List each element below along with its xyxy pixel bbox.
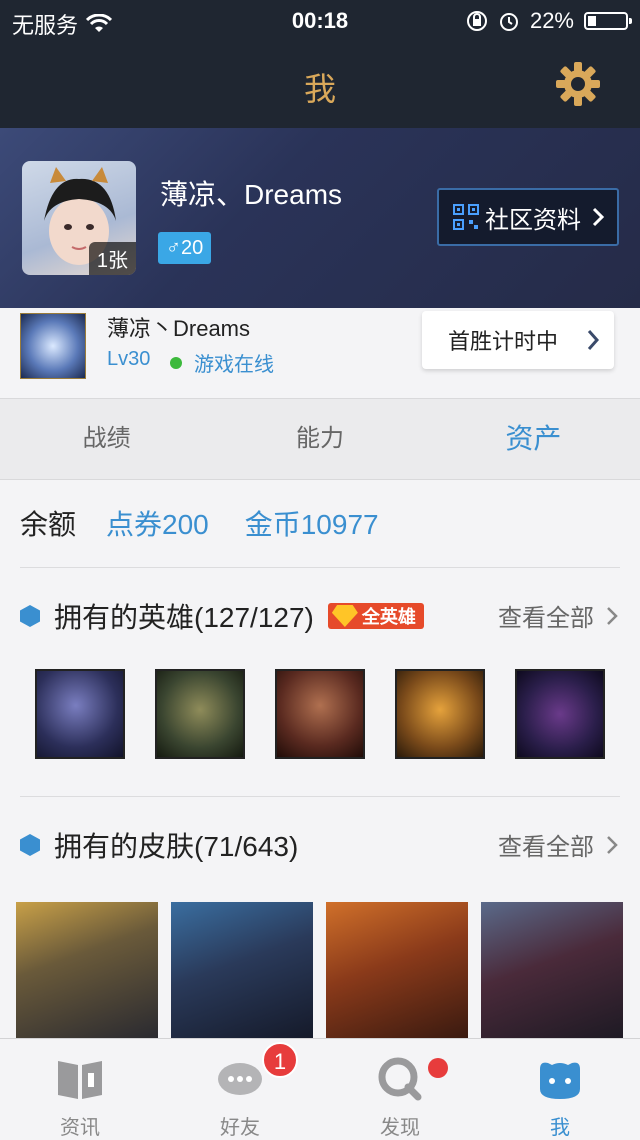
balance-row: 余额 点券200 金币10977 — [0, 479, 640, 567]
qr-code-icon — [453, 204, 479, 230]
first-win-button[interactable]: 首胜计时中 — [422, 311, 614, 369]
skin-card[interactable] — [171, 902, 313, 1038]
skins-section-header: 拥有的皮肤(71/643) — [20, 825, 298, 865]
profile-header: 1张 薄凉、Dreams ♂20 社区资料 — [0, 128, 640, 308]
photo-count: 1张 — [88, 242, 136, 275]
discover-notification-dot — [428, 1058, 448, 1078]
online-status-label: 游戏在线 — [194, 354, 274, 376]
tab-news[interactable]: 资讯 — [0, 1039, 160, 1139]
summoner-level: Lv30 — [107, 348, 151, 370]
all-heroes-badge-label: 全英雄 — [361, 607, 416, 627]
heroes-section-title: 拥有的英雄(127/127) — [54, 602, 314, 633]
game-summary: 薄凉丶Dreams Lv30 游戏在线 首胜计时中 — [0, 308, 640, 398]
rotation-lock-icon — [466, 11, 487, 31]
battery-icon — [584, 12, 632, 30]
chevron-right-icon — [607, 835, 618, 854]
first-win-label: 首胜计时中 — [448, 329, 559, 354]
skins-view-all-label: 查看全部 — [498, 834, 594, 861]
book-icon — [58, 1061, 102, 1099]
heroes-view-all-label: 查看全部 — [498, 605, 594, 632]
hero-portrait[interactable] — [275, 669, 365, 759]
chevron-right-icon — [587, 330, 600, 350]
gender-age-badge: ♂20 — [158, 232, 212, 264]
online-dot-icon — [170, 356, 182, 369]
skins-view-all-button[interactable]: 查看全部 — [498, 827, 618, 862]
tab-discover[interactable]: 发现 — [320, 1039, 480, 1139]
balance-label: 余额 — [20, 509, 77, 540]
divider — [20, 796, 620, 797]
tab-assets[interactable]: 资产 — [427, 399, 640, 479]
tab-ability[interactable]: 能力 — [213, 399, 426, 479]
heroes-view-all-button[interactable]: 查看全部 — [498, 598, 618, 633]
hero-portrait[interactable] — [155, 669, 245, 759]
hero-portrait[interactable] — [35, 669, 125, 759]
summoner-name: 薄凉丶Dreams — [107, 316, 251, 341]
community-profile-label: 社区资料 — [485, 206, 581, 234]
segment-tabs: 战绩 能力 资产 — [0, 398, 640, 480]
tab-me[interactable]: 我 — [480, 1039, 640, 1139]
page-title: 我 — [303, 71, 336, 107]
avatar[interactable]: 1张 — [22, 161, 136, 275]
summoner-icon — [20, 313, 86, 379]
chevron-right-icon — [607, 606, 618, 625]
all-heroes-badge: 全英雄 — [327, 603, 424, 629]
skin-card[interactable] — [326, 902, 468, 1038]
gear-icon[interactable] — [554, 60, 602, 108]
divider — [20, 567, 620, 568]
bottom-tab-bar: 资讯 好友 发现 我 — [0, 1038, 640, 1139]
nav-bar: 我 — [0, 40, 640, 128]
tab-record[interactable]: 战绩 — [0, 399, 213, 479]
skins-section-title: 拥有的皮肤(71/643) — [54, 831, 299, 862]
online-status: 游戏在线 — [170, 348, 274, 377]
chevron-right-icon — [592, 207, 605, 227]
alarm-icon — [499, 13, 518, 31]
heroes-section-header: 拥有的英雄(127/127) 全英雄 — [20, 596, 424, 636]
hexagon-bullet-icon — [20, 605, 40, 627]
coupon-balance[interactable]: 点券200 — [106, 503, 209, 543]
skin-card[interactable] — [481, 902, 623, 1038]
battery-percent: 22% — [529, 8, 574, 33]
community-profile-button[interactable]: 社区资料 — [437, 188, 619, 246]
gold-balance[interactable]: 金币10977 — [245, 503, 379, 543]
status-bar: 无服务 00:18 22% — [0, 0, 640, 40]
profile-name: 薄凉、Dreams — [160, 179, 343, 210]
hero-portrait[interactable] — [515, 669, 605, 759]
diamond-icon — [331, 605, 358, 627]
hero-portrait[interactable] — [395, 669, 485, 759]
friends-unread-badge: 1 — [262, 1042, 298, 1078]
me-icon — [540, 1062, 580, 1099]
chat-icon — [218, 1063, 262, 1095]
hexagon-bullet-icon — [20, 834, 40, 856]
search-icon — [378, 1057, 422, 1101]
skin-card[interactable] — [16, 902, 158, 1038]
